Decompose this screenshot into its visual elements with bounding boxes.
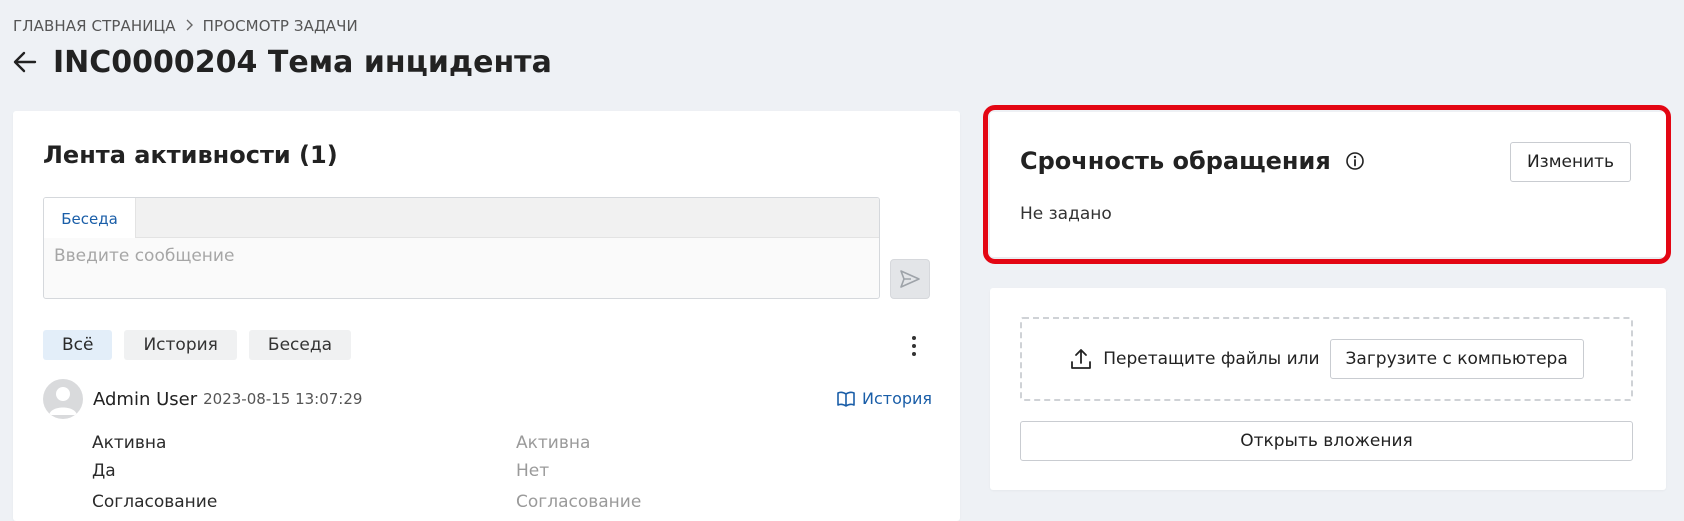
chevron-right-icon <box>185 17 194 35</box>
filter-conversation[interactable]: Беседа <box>248 330 352 360</box>
composer-tabs: Беседа <box>44 198 879 238</box>
info-icon[interactable] <box>1345 151 1365 171</box>
message-composer: Беседа <box>43 197 880 299</box>
change-old-label: Активна <box>516 433 591 453</box>
urgency-title: Срочность обращения <box>1020 147 1331 175</box>
back-arrow-icon[interactable] <box>13 42 41 82</box>
change-old-value: Нет <box>516 461 550 481</box>
open-attachments-button[interactable]: Открыть вложения <box>1020 421 1633 461</box>
upload-icon <box>1071 349 1092 369</box>
tab-conversation[interactable]: Беседа <box>44 198 136 238</box>
urgency-card: Срочность обращения Изменить Не задано <box>990 112 1666 257</box>
change-new-label: Активна <box>92 433 167 453</box>
urgency-value: Не задано <box>1020 204 1112 224</box>
send-icon <box>900 270 920 288</box>
entry-timestamp: 2023-08-15 13:07:29 <box>203 390 363 408</box>
activity-filters: Всё История Беседа <box>43 330 352 360</box>
dropzone-text: Перетащите файлы или <box>1103 349 1320 369</box>
filter-all[interactable]: Всё <box>43 330 113 360</box>
history-link-label: История <box>862 389 933 408</box>
page-title: INC0000204 Тема инцидента <box>53 44 552 80</box>
avatar <box>43 379 83 419</box>
book-icon <box>837 391 855 407</box>
activity-feed-card: Лента активности (1) Беседа Всё История … <box>13 111 960 521</box>
breadcrumb-home[interactable]: ГЛАВНАЯ СТРАНИЦА <box>13 17 176 35</box>
file-dropzone[interactable]: Перетащите файлы или Загрузите с компьют… <box>1020 317 1633 401</box>
history-link[interactable]: История <box>836 389 932 408</box>
change-urgency-button[interactable]: Изменить <box>1510 142 1631 182</box>
activity-feed-title: Лента активности (1) <box>43 141 338 169</box>
urgency-header: Срочность обращения <box>1020 147 1365 175</box>
activity-entry-header: Admin User 2023-08-15 13:07:29 <box>43 379 362 419</box>
upload-from-computer-button[interactable]: Загрузите с компьютера <box>1329 339 1584 379</box>
page-header: INC0000204 Тема инцидента <box>13 42 552 82</box>
breadcrumb: ГЛАВНАЯ СТРАНИЦА ПРОСМОТР ЗАДАЧИ <box>13 17 358 35</box>
entry-user-name: Admin User <box>93 388 198 410</box>
breadcrumb-current: ПРОСМОТР ЗАДАЧИ <box>202 17 358 35</box>
more-options-icon[interactable] <box>908 333 920 359</box>
message-input[interactable] <box>44 238 879 274</box>
attachments-card: Перетащите файлы или Загрузите с компьют… <box>990 288 1666 490</box>
filter-history[interactable]: История <box>124 330 237 360</box>
change-new-value: Да <box>92 461 116 481</box>
send-button[interactable] <box>890 259 930 299</box>
change-old-label: Согласование <box>516 492 642 512</box>
change-new-label: Согласование <box>92 492 218 512</box>
